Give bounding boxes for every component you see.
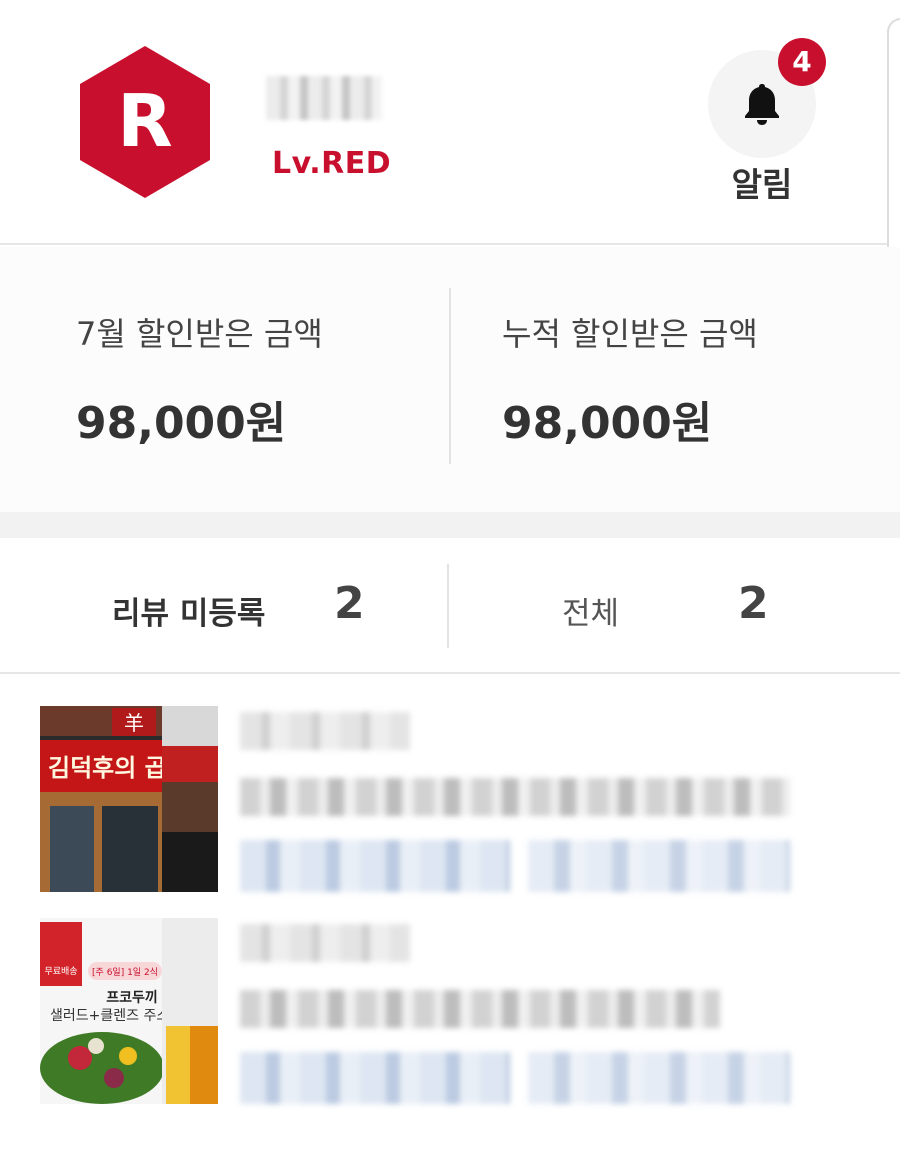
tab-all-label: 전체	[562, 596, 620, 632]
restaurant-thumbnail: 羊 김덕후의 곱	[40, 706, 218, 892]
review-tabs: 리뷰 미등록 2 전체 2	[0, 538, 900, 674]
total-savings-label: 누적 할인받은 금액	[502, 315, 758, 353]
tab-unreviewed-count: 2	[334, 578, 365, 629]
grade-badge-icon: R	[80, 46, 210, 198]
order-date-blurred	[240, 712, 410, 750]
order-action-blurred[interactable]	[240, 840, 510, 892]
tab-unreviewed-label: 리뷰 미등록	[112, 596, 266, 632]
member-level: Lv.RED	[272, 146, 392, 181]
notification-count-badge: 4	[778, 38, 826, 86]
savings-divider	[449, 288, 451, 464]
order-action-blurred[interactable]	[528, 1052, 790, 1104]
user-name-blurred	[266, 76, 382, 120]
thumbnail-tag: [주 6일] 1일 2식	[92, 967, 158, 978]
thumbnail-subtitle: 샐러드+클렌즈 주스	[50, 1008, 169, 1024]
notification-label[interactable]: 알림	[700, 158, 824, 206]
thumbnail-logo: 羊	[124, 711, 144, 735]
order-details-blurred	[240, 712, 800, 892]
order-action-blurred[interactable]	[240, 1052, 510, 1104]
order-title-blurred	[240, 778, 790, 816]
order-item[interactable]: 무료배송 [주 6일] 1일 2식 프코두끼 샐러드+클렌즈 주스	[0, 918, 900, 1108]
salad-thumbnail: 무료배송 [주 6일] 1일 2식 프코두끼 샐러드+클렌즈 주스	[40, 918, 218, 1104]
monthly-savings: 7월 할인받은 금액 98,000원	[0, 247, 450, 512]
total-savings: 누적 할인받은 금액 98,000원	[452, 247, 900, 512]
order-title-blurred	[240, 990, 720, 1028]
tab-all-count: 2	[738, 578, 769, 629]
order-item[interactable]: 羊 김덕후의 곱	[0, 706, 900, 896]
monthly-savings-value: 98,000원	[76, 398, 287, 449]
order-action-blurred[interactable]	[528, 840, 790, 892]
tab-unreviewed[interactable]: 리뷰 미등록 2	[0, 538, 448, 674]
tab-divider	[447, 564, 449, 648]
thumbnail-badge: 무료배송	[44, 966, 77, 977]
profile-header: R Lv.RED 4 알림	[0, 0, 900, 245]
order-details-blurred	[240, 924, 800, 1104]
grade-letter: R	[117, 79, 172, 163]
monthly-savings-label: 7월 할인받은 금액	[76, 315, 323, 353]
thumbnail-title: 프코두끼	[106, 990, 158, 1006]
total-savings-value: 98,000원	[502, 398, 713, 449]
tab-all[interactable]: 전체 2	[450, 538, 900, 674]
order-date-blurred	[240, 924, 410, 962]
thumbnail-sign: 김덕후의 곱	[48, 754, 167, 782]
section-separator	[0, 512, 900, 538]
bell-icon	[745, 84, 779, 125]
